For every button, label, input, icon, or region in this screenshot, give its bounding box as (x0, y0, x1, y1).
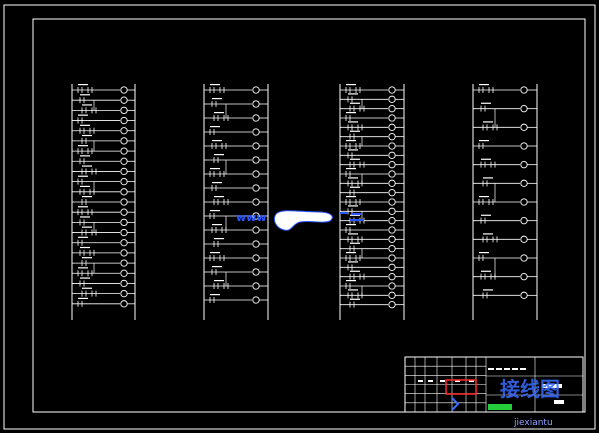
contact-label-mark (348, 289, 358, 291)
title-text-mark (496, 368, 502, 370)
contact-label-mark (78, 206, 88, 208)
logo-green-bar (488, 404, 512, 410)
contact-label-mark (78, 236, 88, 238)
contact-label-mark (80, 277, 90, 279)
contact-label-mark (78, 175, 88, 177)
contact-label-mark (82, 257, 92, 259)
contact-label-mark (481, 270, 491, 272)
contact-label-mark (78, 114, 88, 116)
contact-label-mark (348, 149, 358, 151)
contact-label-mark (348, 177, 358, 179)
contact-label-mark (346, 140, 356, 142)
title-text-mark (512, 368, 518, 370)
contact-label-mark (479, 140, 489, 142)
contact-label-mark (82, 134, 92, 137)
contact-label-mark (483, 121, 493, 123)
contact-label-mark (82, 226, 92, 228)
contact-label-mark (350, 158, 360, 160)
contact-label-mark (80, 155, 90, 157)
contact-label-mark (210, 252, 220, 254)
contact-label-mark (350, 270, 360, 272)
contact-label-mark (348, 233, 358, 235)
contact-label-mark (346, 252, 356, 254)
contact-label-mark (210, 84, 220, 86)
contact-label-mark (350, 186, 360, 188)
contact-label-mark (78, 297, 88, 300)
contact-label-mark (80, 246, 90, 249)
contact-label-mark (78, 145, 88, 147)
cad-drawing-canvas: www 接线图 jiexiantu (0, 0, 599, 433)
watermark-text: www (236, 211, 267, 224)
contact-label-mark (481, 214, 491, 216)
contact-label-mark (82, 196, 92, 198)
contact-label-mark (479, 84, 489, 86)
contact-label-mark (483, 177, 493, 179)
title-text-mark (440, 380, 445, 382)
contact-label-mark (214, 280, 224, 282)
contact-label-mark (80, 124, 90, 126)
contact-label-mark (212, 98, 222, 100)
contact-label-mark (212, 266, 222, 268)
contact-label-mark (212, 182, 222, 184)
contact-label-mark (350, 298, 360, 300)
title-text-mark (520, 368, 526, 370)
contact-label-mark (214, 238, 224, 240)
contact-label-mark (348, 261, 358, 263)
contact-label-mark (346, 224, 356, 226)
contact-label-mark (210, 168, 220, 170)
contact-label-mark (346, 84, 356, 86)
contact-label-mark (350, 242, 360, 244)
contact-label-mark (479, 196, 489, 198)
contact-label-mark (212, 224, 222, 226)
contact-label-mark (348, 205, 358, 207)
contact-label-mark (481, 102, 491, 104)
contact-label-mark (348, 121, 358, 123)
contact-label-mark (346, 196, 356, 198)
title-text-mark (418, 380, 423, 382)
contact-label-mark (80, 185, 90, 188)
title-text-mark (504, 368, 510, 370)
contact-label-mark (483, 289, 493, 291)
contact-label-mark (210, 294, 220, 296)
contact-label-mark (214, 196, 224, 198)
logo-site-text: jiexiantu (513, 418, 553, 428)
contact-label-mark (210, 210, 220, 212)
contact-label-mark (479, 252, 489, 254)
contact-label-mark (212, 140, 222, 142)
contact-label-mark (481, 158, 491, 160)
title-text-mark (428, 380, 433, 382)
contact-label-mark (350, 130, 360, 132)
contact-label-mark (80, 216, 90, 218)
contact-label-mark (80, 94, 90, 96)
contact-label-mark (214, 154, 224, 156)
contact-label-mark (78, 84, 88, 86)
contact-label-mark (214, 112, 224, 114)
contact-label-mark (350, 102, 360, 104)
logo-brand-text: 接线图 (500, 377, 560, 401)
title-text-mark (488, 368, 494, 370)
contact-label-mark (348, 93, 358, 95)
contact-label-mark (483, 233, 493, 235)
contact-label-mark (82, 165, 92, 167)
contact-label-mark (346, 168, 356, 170)
contact-label-mark (82, 104, 92, 106)
contact-label-mark (210, 126, 220, 128)
contact-label-mark (82, 287, 92, 289)
contact-label-mark (346, 280, 356, 282)
contact-label-mark (346, 112, 356, 114)
contact-label-mark (78, 267, 88, 269)
